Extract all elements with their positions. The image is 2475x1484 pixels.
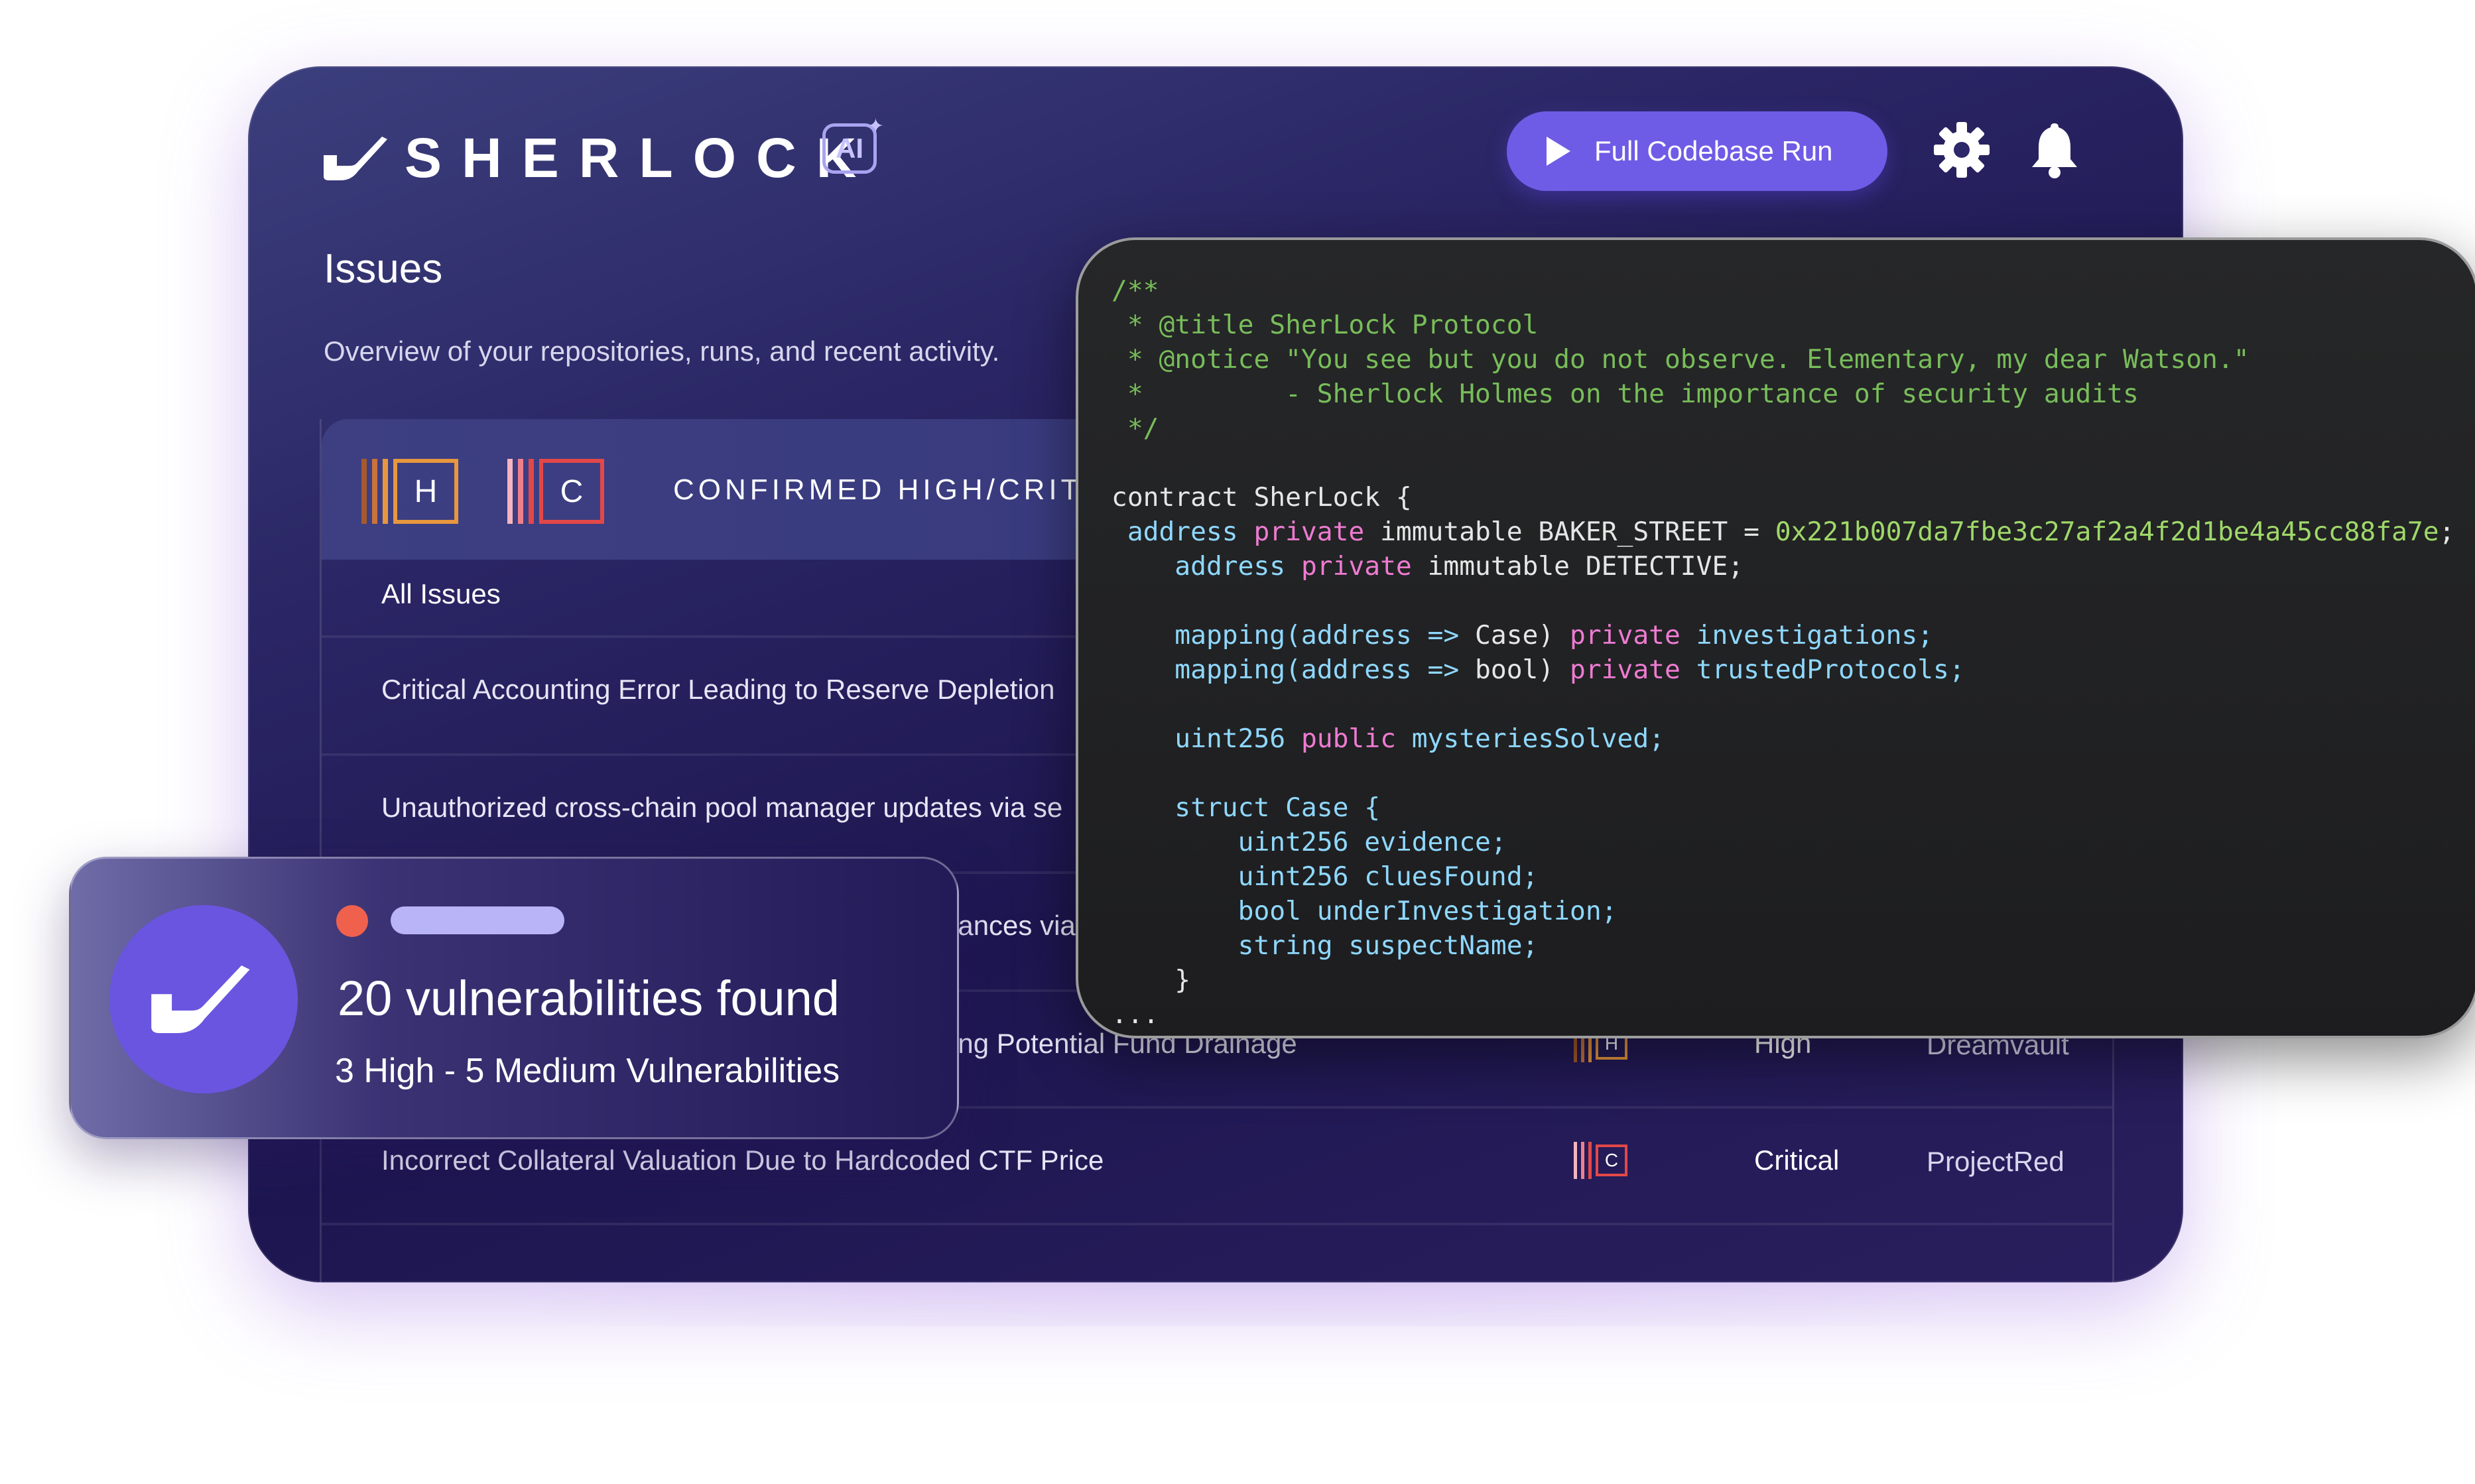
critical-bars-icon xyxy=(507,459,534,524)
brand-logo[interactable]: SHERLOCK xyxy=(321,126,876,190)
code-token: trustedProtocols; xyxy=(1696,654,1965,685)
high-badge-letter: H xyxy=(393,459,458,524)
card-subtitle: 3 High - 5 Medium Vulnerabilities xyxy=(335,1052,840,1090)
project-label[interactable]: ProjectRed xyxy=(1927,1146,2064,1178)
code-line: address private immutable BAKER_STREET =… xyxy=(1111,515,2455,549)
code-token: 0x221b007da7fbe3c27af2a4f2d1be4a45cc88fa… xyxy=(1775,517,2439,547)
ai-badge-label: AI xyxy=(836,133,863,164)
code-token: uint256 evidence; xyxy=(1111,827,1507,857)
code-token: ... xyxy=(1111,999,1159,1030)
sparkle-icon: ✦ xyxy=(867,115,884,137)
code-line: address private immutable DETECTIVE; xyxy=(1111,549,2454,584)
severity-label: Critical xyxy=(1754,1144,1840,1176)
code-token: public xyxy=(1301,723,1412,754)
code-line: uint256 evidence; xyxy=(1111,825,2454,859)
issue-title[interactable]: Unauthorized cross-chain pool manager up… xyxy=(381,792,1062,824)
code-token: Case) xyxy=(1475,620,1570,650)
page-title: Issues xyxy=(324,246,443,292)
code-line: string suspectName; xyxy=(1111,928,2454,963)
issue-title[interactable]: Incorrect Collateral Valuation Due to Ha… xyxy=(381,1144,1104,1176)
high-bars-icon xyxy=(361,459,388,524)
code-token: * @notice "You see but you do not observ… xyxy=(1111,344,2250,375)
code-panel: /** * @title SherLock Protocol * @notice… xyxy=(1076,237,2475,1038)
high-severity-badge: H xyxy=(361,459,458,524)
full-codebase-run-button[interactable]: Full Codebase Run xyxy=(1507,111,1887,191)
code-token: private xyxy=(1570,620,1696,650)
critical-bars-icon xyxy=(1574,1142,1592,1179)
code-line: uint256 cluesFound; xyxy=(1111,859,2454,894)
issue-title[interactable]: lances via xyxy=(952,910,1076,942)
code-token: private xyxy=(1301,551,1428,582)
code-line: * @notice "You see but you do not observ… xyxy=(1111,342,2454,377)
code-line: mapping(address => bool) private trusted… xyxy=(1111,652,2454,687)
code-line: struct Case { xyxy=(1111,790,2454,825)
brand-name: SHERLOCK xyxy=(405,127,877,189)
code-token: investigations; xyxy=(1696,620,1934,650)
code-line: /** xyxy=(1111,273,2454,308)
code-token: mysteriesSolved; xyxy=(1411,723,1665,754)
code-line: } xyxy=(1111,963,2454,997)
code-token: private xyxy=(1570,654,1696,685)
critical-severity-badge: C xyxy=(507,459,604,524)
severity-letter: C xyxy=(1596,1144,1627,1176)
code-block: /** * @title SherLock Protocol * @notice… xyxy=(1111,273,2454,1032)
sherlock-avatar xyxy=(109,905,298,1093)
bell-icon[interactable] xyxy=(2028,119,2081,179)
code-line: bool underInvestigation; xyxy=(1111,894,2454,928)
code-token: */ xyxy=(1111,413,1159,444)
code-token: ; xyxy=(2439,517,2455,547)
sherlock-pipe-icon xyxy=(151,965,250,1033)
issue-title[interactable]: Critical Accounting Error Leading to Res… xyxy=(381,674,1055,706)
code-token: } xyxy=(1111,965,1191,995)
code-line: ... xyxy=(1111,997,2454,1032)
code-line: * @title SherLock Protocol xyxy=(1111,308,2454,342)
play-icon xyxy=(1547,137,1570,166)
critical-severity-badge: C xyxy=(1574,1142,1627,1179)
placeholder-pill xyxy=(391,906,564,934)
code-token: private xyxy=(1253,517,1381,547)
sherlock-pipe-icon xyxy=(324,136,387,180)
code-token: * - Sherlock Holmes on the importance of… xyxy=(1111,379,2139,409)
page-subtitle: Overview of your repositories, runs, and… xyxy=(324,336,1000,367)
run-button-label: Full Codebase Run xyxy=(1594,135,1833,166)
code-token: /** xyxy=(1111,275,1159,306)
status-dot xyxy=(336,905,368,937)
code-token: struct Case { xyxy=(1111,792,1381,823)
code-line: * - Sherlock Holmes on the importance of… xyxy=(1111,377,2454,411)
code-line: */ xyxy=(1111,411,2454,446)
code-line: mapping(address => Case) private investi… xyxy=(1111,618,2454,652)
card-title: 20 vulnerabilities found xyxy=(338,971,840,1026)
code-token: bool) xyxy=(1475,654,1570,685)
code-token: mapping(address => xyxy=(1111,654,1476,685)
vulnerability-summary-card: 20 vulnerabilities found 3 High - 5 Medi… xyxy=(69,857,959,1139)
row-divider xyxy=(322,1223,2112,1225)
code-token: uint256 xyxy=(1111,723,1301,754)
code-line: contract SherLock { xyxy=(1111,480,2454,515)
ai-badge: AI ✦ xyxy=(822,115,884,174)
code-token: address xyxy=(1111,551,1301,582)
code-token: immutable DETECTIVE; xyxy=(1427,551,1744,582)
tab-all-issues[interactable]: All Issues xyxy=(381,578,501,610)
code-token: * @title SherLock Protocol xyxy=(1111,310,1539,340)
code-token: mapping(address => xyxy=(1111,620,1476,650)
gear-icon[interactable] xyxy=(1933,121,1991,179)
code-token: string suspectName; xyxy=(1111,930,1539,961)
code-token: uint256 cluesFound; xyxy=(1111,861,1539,892)
critical-badge-letter: C xyxy=(539,459,604,524)
code-line: uint256 public mysteriesSolved; xyxy=(1111,721,2454,756)
code-token: contract SherLock { xyxy=(1111,482,1412,513)
code-token: bool underInvestigation; xyxy=(1111,896,1618,926)
code-token: address xyxy=(1111,517,1254,547)
code-token: immutable BAKER_STREET = xyxy=(1380,517,1775,547)
